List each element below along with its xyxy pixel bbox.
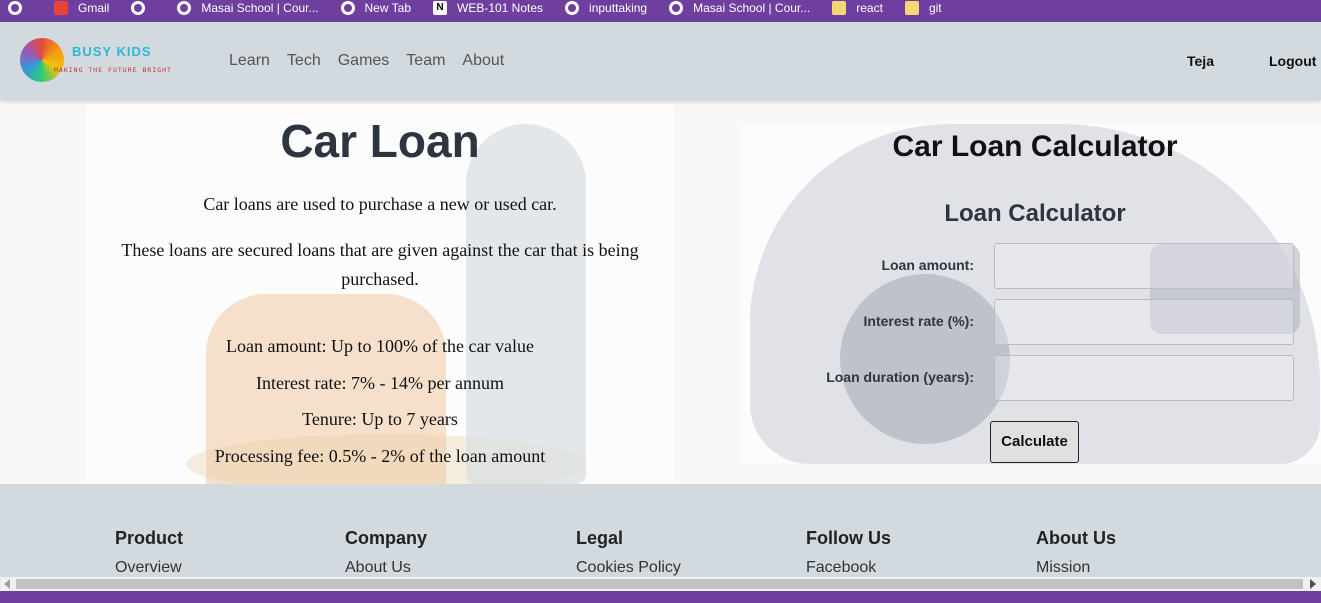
fact-interest-rate: Interest rate: 7% - 14% per annum <box>256 372 504 393</box>
fact-loan-amount: Loan amount: Up to 100% of the car value <box>226 336 534 356</box>
info-text: Car Loan Car loans are used to purchase … <box>86 104 674 474</box>
bookmark-masai-2[interactable]: Masai School | Cour... <box>669 1 810 15</box>
logo-brand: BUSY KIDS <box>72 44 152 59</box>
loan-amount-label: Loan amount: <box>881 257 974 273</box>
site-logo[interactable]: BUSY KIDS MAKING THE FUTURE BRIGHT <box>18 36 188 86</box>
main-content: Car Loan Car loans are used to purchase … <box>0 100 1321 484</box>
nav-tech[interactable]: Tech <box>287 52 321 70</box>
bookmark-label: Masai School | Cour... <box>201 1 319 15</box>
globe-icon <box>669 1 684 15</box>
logo-tagline: MAKING THE FUTURE BRIGHT <box>54 66 172 74</box>
folder-icon <box>832 1 847 15</box>
bookmark-react[interactable]: react <box>832 1 883 15</box>
footer-col-follow: Follow Us Facebook <box>806 528 891 577</box>
page-title: Car Loan <box>280 115 480 167</box>
nav-games[interactable]: Games <box>338 52 390 70</box>
globe-icon <box>565 1 580 15</box>
horizontal-scrollbar[interactable] <box>0 577 1321 591</box>
user-name[interactable]: Teja <box>1187 53 1214 69</box>
footer-col-company: Company About Us <box>345 528 427 577</box>
nav-learn[interactable]: Learn <box>229 52 270 70</box>
bookmark-label: Masai School | Cour... <box>693 1 811 15</box>
interest-rate-label: Interest rate (%): <box>863 313 974 329</box>
footer-link[interactable]: Overview <box>115 559 183 577</box>
globe-icon <box>177 1 192 15</box>
car-loan-info: Car Loan Car loans are used to purchase … <box>86 104 674 484</box>
calculator-panel: Car Loan Calculator Loan Calculator Loan… <box>740 124 1321 464</box>
bookmark-globe[interactable] <box>8 1 32 15</box>
globe-icon <box>131 1 146 15</box>
bookmark-web101[interactable]: N WEB-101 Notes <box>433 1 543 15</box>
footer-link[interactable]: Cookies Policy <box>576 559 681 577</box>
scroll-right-arrow-icon[interactable] <box>1310 579 1316 589</box>
scrollbar-thumb[interactable] <box>16 579 1303 589</box>
bookmark-label: inputtaking <box>589 1 648 15</box>
bookmark-inputtaking[interactable]: inputtaking <box>565 1 647 15</box>
interest-rate-input[interactable] <box>994 299 1294 345</box>
footer-heading: Product <box>115 528 184 548</box>
footer-heading: Company <box>345 528 428 548</box>
bookmark-label: react <box>856 1 883 15</box>
nav-team[interactable]: Team <box>406 52 445 70</box>
bookmarks-bar: Gmail Masai School | Cour... New Tab N WE… <box>0 0 1321 22</box>
footer-heading: Follow Us <box>806 528 891 548</box>
globe-icon <box>8 1 22 15</box>
globe-icon <box>340 1 355 15</box>
bookmark-globe-2[interactable] <box>131 1 155 15</box>
bookmark-label: Gmail <box>78 1 110 15</box>
gmail-icon <box>54 1 68 15</box>
balloon-logo-icon <box>20 38 64 82</box>
footer-col-about: About Us Mission <box>1036 528 1116 577</box>
scroll-left-arrow-icon[interactable] <box>4 579 10 589</box>
calculator-title: Car Loan Calculator <box>892 130 1178 163</box>
bookmark-gmail[interactable]: Gmail <box>54 1 109 15</box>
calculator-subtitle: Loan Calculator <box>944 200 1126 227</box>
footer-col-product: Product Overview <box>115 528 183 577</box>
loan-duration-label: Loan duration (years): <box>826 369 974 385</box>
loan-amount-input[interactable] <box>994 243 1294 289</box>
notion-icon: N <box>433 1 447 15</box>
site-footer: Product Overview Company About Us Legal … <box>0 484 1321 577</box>
calculate-button[interactable]: Calculate <box>990 421 1079 463</box>
bookmark-masai-1[interactable]: Masai School | Cour... <box>177 1 319 15</box>
fact-tenure: Tenure: Up to 7 years <box>302 409 458 429</box>
footer-heading: Legal <box>576 528 624 548</box>
bookmark-git[interactable]: git <box>904 1 942 15</box>
footer-link[interactable]: Mission <box>1036 559 1116 577</box>
browser-bottom-bar <box>0 591 1321 603</box>
folder-icon <box>904 1 919 15</box>
fact-processing-fee: Processing fee: 0.5% - 2% of the loan am… <box>214 445 546 466</box>
info-intro: Car loans are used to purchase a new or … <box>203 194 557 214</box>
bookmark-label: WEB-101 Notes <box>457 1 544 15</box>
logout-button[interactable]: Logout <box>1269 53 1316 69</box>
info-secured: These loans are secured loans that are g… <box>121 240 639 289</box>
footer-link[interactable]: Facebook <box>806 559 891 577</box>
footer-col-legal: Legal Cookies Policy <box>576 528 681 577</box>
background-wheel <box>840 274 1010 444</box>
bookmark-new-tab[interactable]: New Tab <box>340 1 411 15</box>
loan-facts: Loan amount: Up to 100% of the car value… <box>86 328 674 474</box>
bookmark-label: New Tab <box>364 1 411 15</box>
main-nav: Learn Tech Games Team About <box>229 52 521 70</box>
loan-duration-input[interactable] <box>994 355 1294 401</box>
site-header: BUSY KIDS MAKING THE FUTURE BRIGHT Learn… <box>0 22 1321 100</box>
footer-link[interactable]: About Us <box>345 559 427 577</box>
footer-heading: About Us <box>1036 528 1116 548</box>
nav-about[interactable]: About <box>462 52 504 70</box>
bookmark-label: git <box>928 1 942 15</box>
